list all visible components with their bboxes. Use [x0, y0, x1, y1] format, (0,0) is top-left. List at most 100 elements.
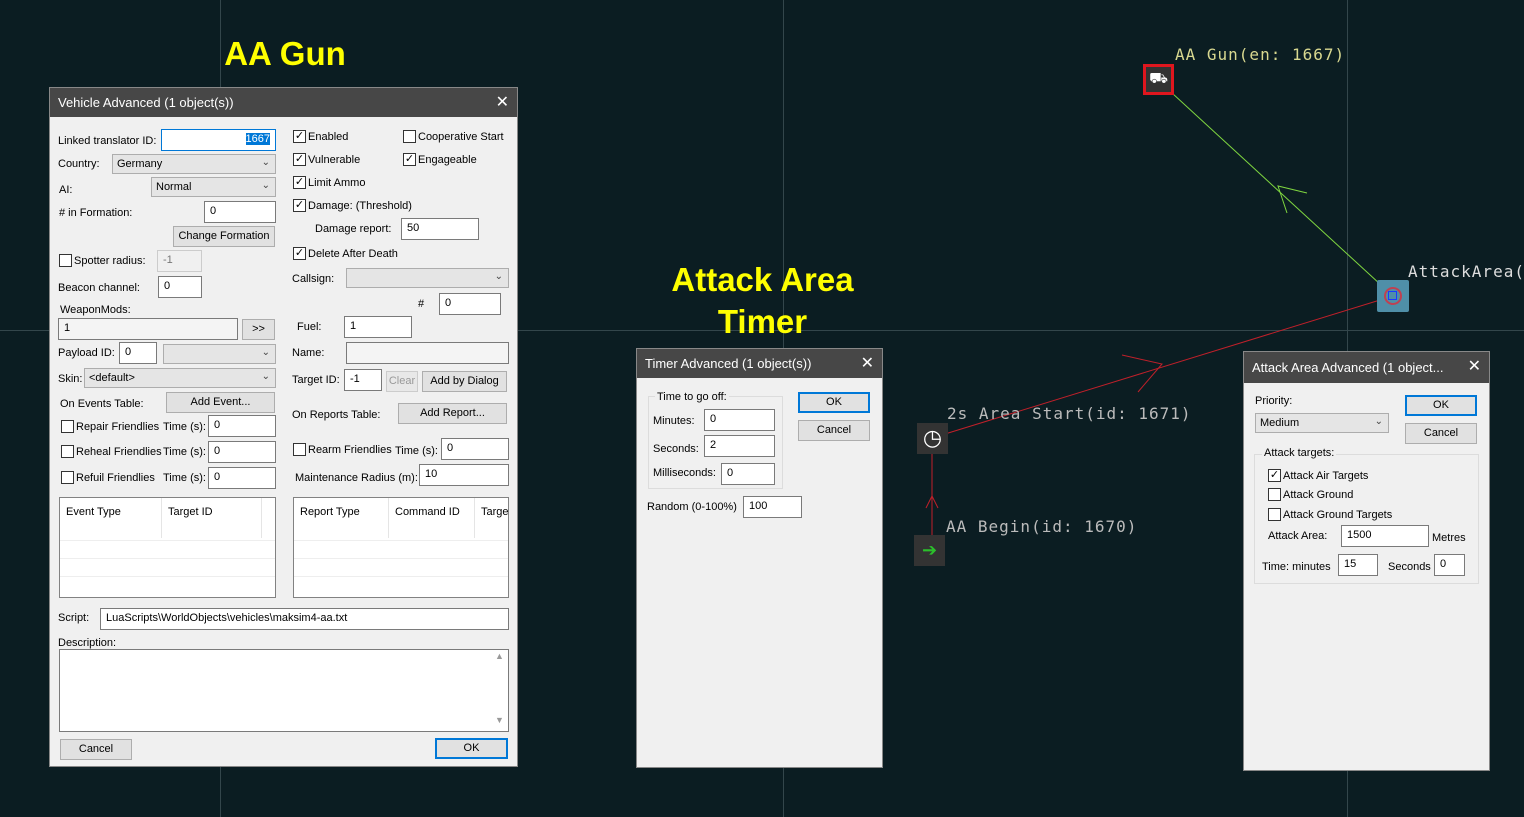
change-formation-button[interactable]: Change Formation — [173, 226, 275, 247]
damage-report-label: Damage report: — [315, 223, 392, 235]
chevron-down-icon: ⌄ — [261, 180, 270, 191]
formation-label: # in Formation: — [59, 207, 133, 219]
attack-area-input[interactable]: 1500 — [1341, 525, 1429, 547]
reheal-label: Reheal Friendlies — [76, 446, 162, 458]
minutes-input[interactable]: 15 — [1338, 554, 1378, 576]
payload-input[interactable]: 0 — [119, 342, 157, 364]
beacon-input[interactable]: 0 — [158, 276, 202, 298]
seconds-input[interactable]: 2 — [704, 435, 775, 457]
reports-table[interactable]: Report Type Command ID Targe — [293, 497, 509, 598]
description-scrollbar[interactable]: ▲ ▼ — [492, 651, 507, 730]
rearm-time-input[interactable]: 0 — [441, 438, 509, 460]
enabled-checkbox[interactable]: ✓ — [293, 130, 306, 143]
close-icon[interactable]: ✕ — [861, 353, 874, 373]
refuil-time-input[interactable]: 0 — [208, 467, 276, 489]
limit-ammo-checkbox[interactable]: ✓ — [293, 176, 306, 189]
add-event-button[interactable]: Add Event... — [166, 392, 275, 413]
fuel-input[interactable]: 1 — [344, 316, 412, 338]
attack-ground-checkbox[interactable] — [1268, 488, 1281, 501]
payload-select[interactable]: ⌄ — [163, 344, 276, 364]
attack-area-advanced-dialog: Attack Area Advanced (1 object... ✕ Prior… — [1243, 351, 1490, 771]
add-report-button[interactable]: Add Report... — [398, 403, 507, 424]
random-label: Random (0-100%) — [647, 501, 737, 513]
rearm-checkbox[interactable] — [293, 443, 306, 456]
maintenance-radius-input[interactable]: 10 — [419, 464, 509, 486]
damage-report-input[interactable]: 50 — [401, 218, 479, 240]
vulnerable-label: Vulnerable — [308, 154, 361, 166]
linked-translator-input[interactable]: 1667 — [161, 129, 276, 151]
time-minutes-label: Time: minutes — [1262, 561, 1331, 573]
repair-checkbox[interactable] — [61, 420, 74, 433]
minutes-input[interactable]: 0 — [704, 409, 775, 431]
milliseconds-input[interactable]: 0 — [721, 463, 775, 485]
dialog-title-bar: Attack Area Advanced (1 object... ✕ — [1244, 352, 1489, 383]
limit-ammo-label: Limit Ammo — [308, 177, 366, 189]
dialog-title: Attack Area Advanced (1 object... — [1252, 360, 1444, 375]
payload-label: Payload ID: — [58, 347, 115, 359]
map-label-aa-gun: AA Gun(en: 1667) — [1175, 45, 1346, 64]
close-icon[interactable]: ✕ — [496, 92, 509, 112]
vulnerable-checkbox[interactable]: ✓ — [293, 153, 306, 166]
ok-button[interactable]: OK — [435, 738, 508, 759]
priority-select[interactable]: Medium ⌄ — [1255, 413, 1389, 433]
close-icon[interactable]: ✕ — [1468, 356, 1481, 376]
time-label: Time (s): — [163, 472, 206, 484]
timer-advanced-dialog: Timer Advanced (1 object(s)) ✕ Time to go… — [636, 348, 883, 768]
skin-select[interactable]: <default> ⌄ — [84, 368, 276, 388]
ai-select[interactable]: Normal ⌄ — [151, 177, 276, 197]
timer-icon[interactable]: ◷ — [917, 423, 948, 454]
attack-targets-label: Attack targets: — [1262, 447, 1337, 459]
clear-button[interactable]: Clear — [386, 371, 418, 392]
attack-ground-targets-label: Attack Ground Targets — [1283, 509, 1393, 521]
seconds-input[interactable]: 0 — [1434, 554, 1465, 576]
delete-after-death-checkbox[interactable]: ✓ — [293, 247, 306, 260]
weaponmods-button[interactable]: >> — [242, 319, 275, 340]
description-textarea[interactable] — [59, 649, 509, 732]
column-header-event-type[interactable]: Event Type — [60, 498, 162, 538]
seconds-label: Seconds: — [653, 443, 699, 455]
refuil-checkbox[interactable] — [61, 471, 74, 484]
formation-input[interactable]: 0 — [204, 201, 276, 223]
weaponmods-input[interactable]: 1 — [58, 318, 238, 340]
damage-checkbox[interactable]: ✓ — [293, 199, 306, 212]
hash-input[interactable]: 0 — [439, 293, 501, 315]
maintenance-radius-label: Maintenance Radius (m): — [295, 472, 418, 484]
refuil-label: Refuil Friendlies — [76, 472, 155, 484]
add-by-dialog-button[interactable]: Add by Dialog — [422, 371, 507, 392]
dialog-title-bar: Timer Advanced (1 object(s)) ✕ — [637, 349, 882, 378]
name-input[interactable] — [346, 342, 509, 364]
cancel-button[interactable]: Cancel — [1405, 423, 1477, 444]
reheal-time-input[interactable]: 0 — [208, 441, 276, 463]
column-header-target-id[interactable]: Target ID — [162, 498, 262, 538]
spotter-checkbox[interactable] — [59, 254, 72, 267]
events-table[interactable]: Event Type Target ID — [59, 497, 276, 598]
target-id-input[interactable]: -1 — [344, 369, 382, 391]
attack-area-icon[interactable] — [1377, 280, 1409, 312]
minutes-label: Minutes: — [653, 415, 695, 427]
coop-start-checkbox[interactable] — [403, 130, 416, 143]
fuel-label: Fuel: — [297, 321, 322, 333]
beacon-label: Beacon channel: — [58, 282, 140, 294]
callsign-select[interactable]: ⌄ — [346, 268, 509, 288]
engageable-checkbox[interactable]: ✓ — [403, 153, 416, 166]
ok-button[interactable]: OK — [1405, 395, 1477, 416]
dialog-title-bar: Vehicle Advanced (1 object(s)) ✕ — [50, 88, 517, 117]
cancel-button[interactable]: Cancel — [798, 420, 870, 441]
spotter-input[interactable]: -1 — [157, 250, 202, 272]
country-select[interactable]: Germany ⌄ — [112, 154, 276, 174]
script-input[interactable]: LuaScripts\WorldObjects\vehicles\maksim4… — [100, 608, 509, 630]
random-input[interactable]: 100 — [743, 496, 802, 518]
begin-icon[interactable]: ➔ — [914, 535, 945, 566]
cancel-button[interactable]: Cancel — [60, 739, 132, 760]
map-label-area-start: 2s Area Start(id: 1671) — [947, 404, 1192, 423]
column-header-report-type[interactable]: Report Type — [294, 498, 389, 538]
green-arrowhead — [1277, 185, 1308, 214]
ok-button[interactable]: OK — [798, 392, 870, 413]
column-header-target[interactable]: Targe — [475, 498, 510, 538]
attack-ground-targets-checkbox[interactable] — [1268, 508, 1281, 521]
reheal-checkbox[interactable] — [61, 445, 74, 458]
attack-air-checkbox[interactable]: ✓ — [1268, 469, 1281, 482]
repair-time-input[interactable]: 0 — [208, 415, 276, 437]
column-header-command-id[interactable]: Command ID — [389, 498, 475, 538]
truck-icon[interactable]: ⛟ — [1143, 64, 1174, 95]
